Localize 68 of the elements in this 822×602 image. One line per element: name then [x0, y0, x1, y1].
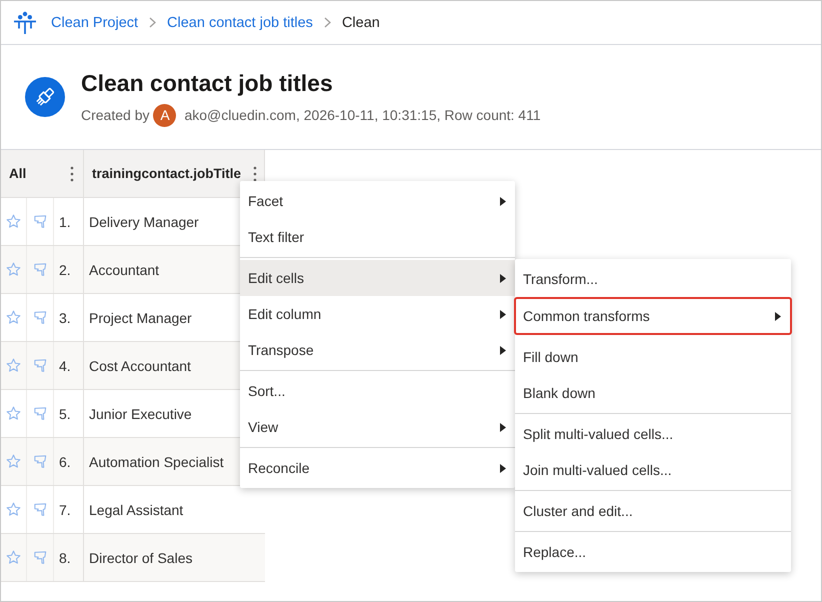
table-cell: Delivery Manager: [89, 214, 199, 230]
row-number: 4.: [59, 358, 71, 374]
column-title: All: [9, 166, 26, 181]
menu-item[interactable]: Cluster and edit...: [515, 493, 791, 529]
logo-icon[interactable]: [13, 10, 37, 34]
breadcrumb-link[interactable]: Clean contact job titles: [167, 14, 313, 30]
menu-item[interactable]: View: [240, 409, 515, 445]
row-number: 2.: [59, 262, 71, 278]
menu-item[interactable]: Transform...: [515, 261, 791, 297]
star-icon[interactable]: [6, 502, 21, 517]
menu-item[interactable]: Sort...: [240, 373, 515, 409]
row-number: 3.: [59, 310, 71, 326]
metadata-text: ako@cluedin.com, 2026-10-11, 10:31:15, Row count: 411: [184, 107, 541, 123]
submenu-caret-icon: [500, 196, 506, 206]
submenu-caret-icon: [500, 422, 506, 432]
breadcrumb-current: Clean: [342, 14, 380, 30]
row-number: 6.: [59, 454, 71, 470]
menu-item[interactable]: Text filter: [240, 219, 515, 255]
star-icon[interactable]: [6, 262, 21, 277]
menu-item[interactable]: Replace...: [515, 534, 791, 570]
paintbrush-icon: [25, 77, 65, 117]
star-icon[interactable]: [6, 358, 21, 373]
breadcrumb-link[interactable]: Clean Project: [51, 14, 138, 30]
menu-item[interactable]: Edit column: [240, 296, 515, 332]
star-icon[interactable]: [6, 454, 21, 469]
flag-icon[interactable]: [32, 262, 48, 277]
created-by-label: Created by: [81, 107, 150, 123]
user-avatar: A: [153, 104, 176, 126]
flag-icon[interactable]: [32, 454, 48, 469]
row-number: 1.: [59, 214, 71, 230]
menu-item[interactable]: Reconcile: [240, 450, 515, 486]
submenu-caret-icon: [775, 312, 781, 320]
star-icon[interactable]: [6, 310, 21, 325]
flag-icon[interactable]: [32, 406, 48, 421]
menu-item[interactable]: Split multi-valued cells...: [515, 416, 791, 452]
flag-icon[interactable]: [32, 502, 48, 517]
menu-item[interactable]: Blank down: [515, 375, 791, 411]
submenu-caret-icon: [500, 346, 506, 354]
submenu-caret-icon: [500, 310, 506, 318]
chevron-right-icon: [324, 17, 331, 28]
flag-icon[interactable]: [32, 358, 48, 373]
star-icon[interactable]: [6, 214, 21, 229]
page-title: Clean contact job titles: [81, 68, 334, 98]
submenu-caret-icon: [500, 274, 506, 282]
flag-icon[interactable]: [32, 310, 48, 325]
table-cell: Accountant: [89, 262, 160, 278]
menu-item[interactable]: Edit cells: [240, 260, 515, 296]
menu-item[interactable]: Facet: [240, 183, 515, 219]
menu-item[interactable]: Join multi-valued cells...: [515, 452, 791, 488]
row-number: 5.: [59, 406, 71, 422]
menu-item[interactable]: Transpose: [240, 332, 515, 368]
row-number: 7.: [59, 502, 71, 518]
star-icon[interactable]: [6, 406, 21, 421]
star-icon[interactable]: [6, 550, 21, 565]
menu-item[interactable]: Fill down: [515, 339, 791, 375]
table-cell: Director of Sales: [89, 550, 192, 566]
flag-icon[interactable]: [32, 550, 48, 565]
column-title: trainingcontact.jobTitle: [92, 166, 242, 181]
table-cell: Automation Specialist: [89, 454, 224, 470]
submenu-caret-icon: [500, 464, 506, 472]
chevron-right-icon: [149, 17, 156, 28]
flag-icon[interactable]: [32, 214, 48, 229]
table-cell: Junior Executive: [89, 406, 192, 422]
menu-item[interactable]: Common transforms: [514, 297, 792, 335]
table-cell: Legal Assistant: [89, 502, 184, 518]
row-number: 8.: [59, 550, 71, 566]
table-cell: Project Manager: [89, 310, 192, 326]
table-cell: Cost Accountant: [89, 358, 191, 374]
